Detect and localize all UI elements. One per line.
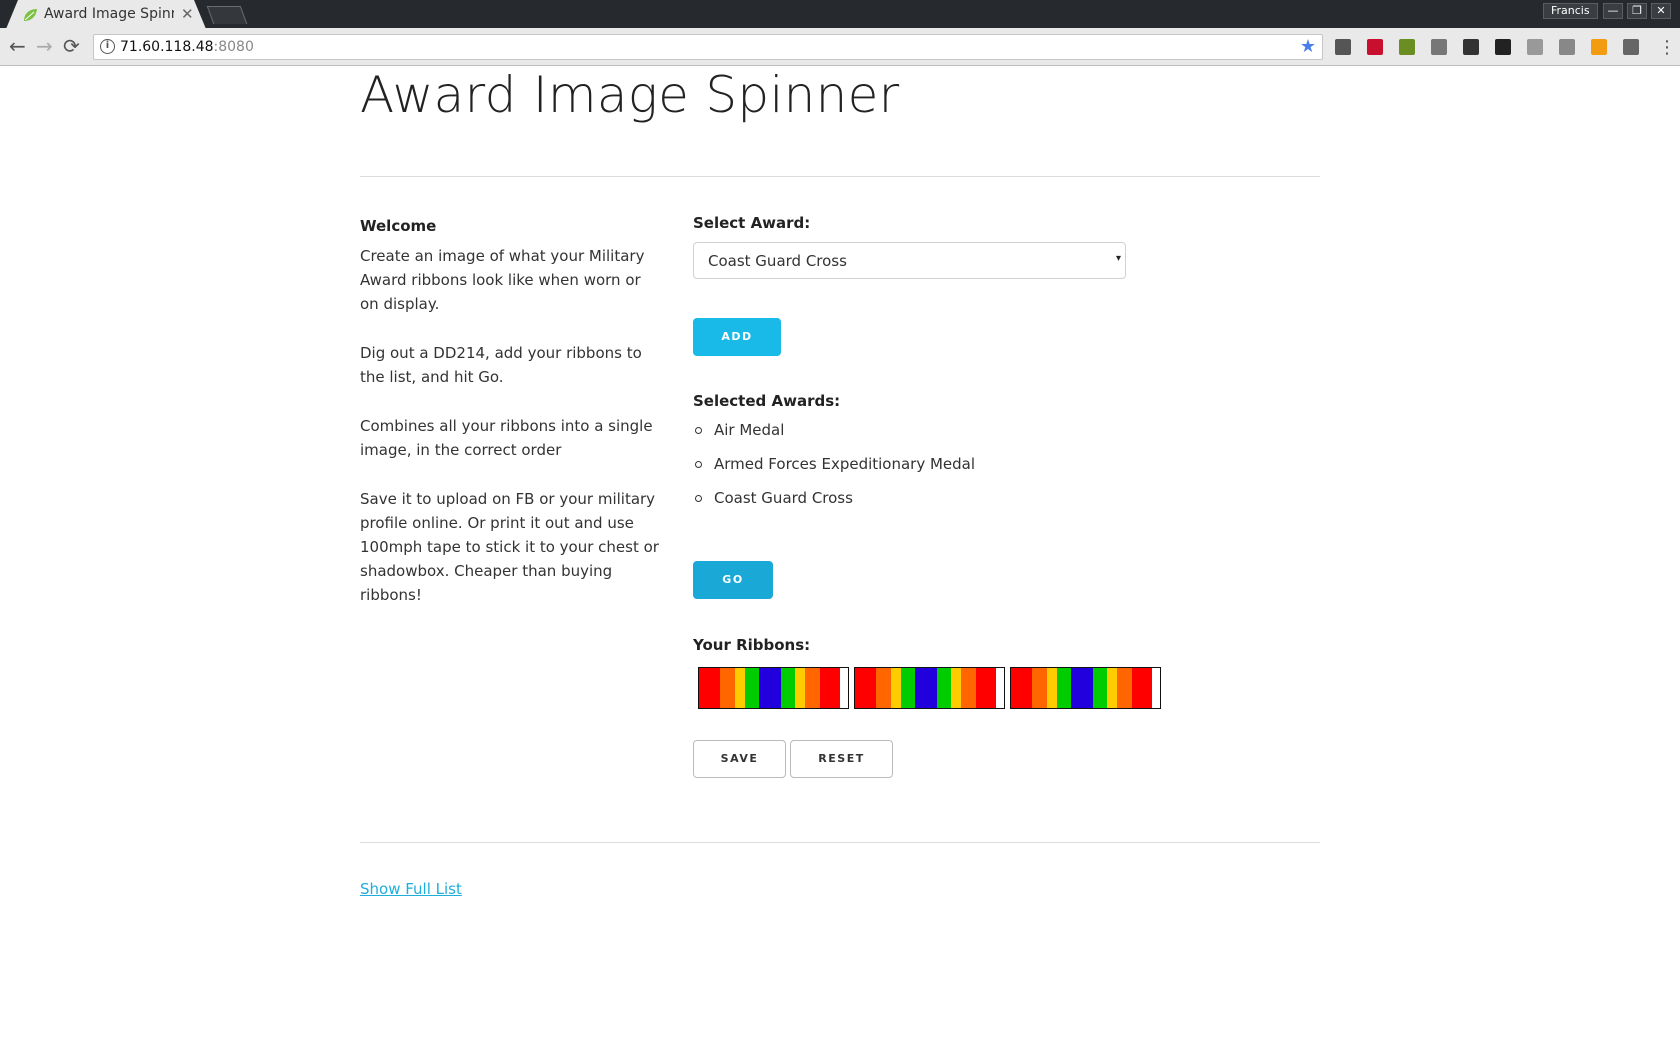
forward-icon[interactable]: → bbox=[36, 36, 53, 56]
add-button[interactable]: ADD bbox=[693, 318, 781, 356]
ribbon-stripe bbox=[1057, 668, 1071, 708]
ribbon-stripe bbox=[855, 668, 876, 708]
divider-top bbox=[360, 176, 1320, 177]
menu-icon[interactable]: ⋮ bbox=[1658, 38, 1676, 58]
your-ribbons-label: Your Ribbons: bbox=[693, 636, 811, 654]
profile-button[interactable]: Francis bbox=[1543, 3, 1598, 19]
ribbon-stripe bbox=[1117, 668, 1132, 708]
address-bar[interactable]: i 71.60.118.48:8080 ★ bbox=[93, 34, 1323, 60]
selected-awards-label: Selected Awards: bbox=[693, 392, 841, 410]
award-select-value: Coast Guard Cross bbox=[708, 252, 847, 270]
ribbon-stripe bbox=[1107, 668, 1117, 708]
list-item: Air Medal bbox=[693, 418, 975, 452]
ribbon-stripe bbox=[781, 668, 795, 708]
tab-close-icon[interactable]: ✕ bbox=[181, 5, 194, 23]
ribbon-stripe bbox=[735, 668, 745, 708]
ribbon-stripe bbox=[699, 668, 720, 708]
m-icon[interactable] bbox=[1495, 39, 1511, 55]
ribbon bbox=[854, 667, 1005, 709]
ribbon-stripe bbox=[720, 668, 735, 708]
reset-button[interactable]: RESET bbox=[790, 740, 893, 778]
welcome-paragraph-3: Combines all your ribbons into a single … bbox=[360, 417, 653, 459]
leaf-icon bbox=[24, 9, 37, 21]
ribbon-stripe bbox=[951, 668, 961, 708]
info-icon[interactable]: i bbox=[100, 39, 115, 54]
ribbon-stripe bbox=[1011, 668, 1032, 708]
ribbon-stripe bbox=[1093, 668, 1107, 708]
ribbon bbox=[1010, 667, 1161, 709]
ribbon-stripe bbox=[805, 668, 820, 708]
restore-icon[interactable]: ❐ bbox=[1627, 3, 1647, 19]
list-item: Coast Guard Cross bbox=[693, 486, 975, 520]
ribbon-stripe bbox=[1132, 668, 1152, 708]
ribbons-image bbox=[698, 667, 1161, 709]
url-host: 71.60.118.48 bbox=[120, 39, 214, 55]
colors-icon[interactable] bbox=[1399, 39, 1415, 55]
tab-title: Award Image Spinne bbox=[44, 6, 174, 22]
url-text: 71.60.118.48:8080 bbox=[120, 39, 254, 55]
welcome-heading: Welcome bbox=[360, 217, 437, 235]
welcome-paragraph-4: Save it to upload on FB or your military… bbox=[360, 490, 659, 604]
minimize-icon[interactable]: — bbox=[1603, 3, 1623, 19]
ribbon-stripe bbox=[901, 668, 915, 708]
award-select[interactable]: Coast Guard Cross ▾ bbox=[693, 242, 1126, 279]
show-full-list-link[interactable]: Show Full List bbox=[360, 880, 462, 898]
evernote-icon[interactable] bbox=[1335, 39, 1351, 55]
ribbon-stripe bbox=[1032, 668, 1047, 708]
ribbon-stripe bbox=[891, 668, 901, 708]
bookmark-star-icon[interactable]: ★ bbox=[1300, 36, 1316, 57]
rss-icon[interactable] bbox=[1591, 39, 1607, 55]
back-icon[interactable]: ← bbox=[9, 36, 26, 56]
select-award-label: Select Award: bbox=[693, 214, 811, 232]
welcome-paragraph-1: Create an image of what your Military Aw… bbox=[360, 247, 645, 313]
close-window-icon[interactable]: ✕ bbox=[1651, 3, 1671, 19]
ribbon-stripe bbox=[820, 668, 840, 708]
adobe-icon[interactable] bbox=[1367, 39, 1383, 55]
go-button[interactable]: GO bbox=[693, 561, 773, 599]
image-icon[interactable] bbox=[1431, 39, 1447, 55]
welcome-paragraph-2: Dig out a DD214, add your ribbons to the… bbox=[360, 344, 642, 386]
save-button[interactable]: SAVE bbox=[693, 740, 786, 778]
welcome-section: Welcome Create an image of what your Mil… bbox=[360, 214, 660, 632]
ribbon-stripe bbox=[745, 668, 759, 708]
circle-icon[interactable] bbox=[1463, 39, 1479, 55]
list-item: Armed Forces Expeditionary Medal bbox=[693, 452, 975, 486]
ribbon bbox=[698, 667, 849, 709]
ribbon-stripe bbox=[1047, 668, 1057, 708]
feed-icon[interactable] bbox=[1559, 39, 1575, 55]
ribbon-stripe bbox=[1071, 668, 1093, 708]
new-tab-button[interactable] bbox=[206, 6, 248, 24]
ribbon-stripe bbox=[795, 668, 805, 708]
reload-icon[interactable]: ⟳ bbox=[63, 36, 80, 56]
puzzle-icon[interactable] bbox=[1527, 39, 1543, 55]
ribbon-stripe bbox=[937, 668, 951, 708]
ribbon-stripe bbox=[876, 668, 891, 708]
ribbon-stripe bbox=[915, 668, 937, 708]
shield-icon[interactable] bbox=[1623, 39, 1639, 55]
url-port: :8080 bbox=[213, 39, 254, 55]
browser-titlebar: Award Image Spinne ✕ Francis — ❐ ✕ bbox=[0, 0, 1680, 29]
chevron-down-icon: ▾ bbox=[1115, 253, 1121, 264]
ribbon-stripe bbox=[961, 668, 976, 708]
ribbon-stripe bbox=[976, 668, 996, 708]
ribbon-stripe bbox=[759, 668, 781, 708]
divider-bottom bbox=[360, 842, 1320, 843]
page-title: Award Image Spinner bbox=[360, 66, 900, 124]
selected-awards-list: Air Medal Armed Forces Expeditionary Med… bbox=[693, 418, 975, 520]
